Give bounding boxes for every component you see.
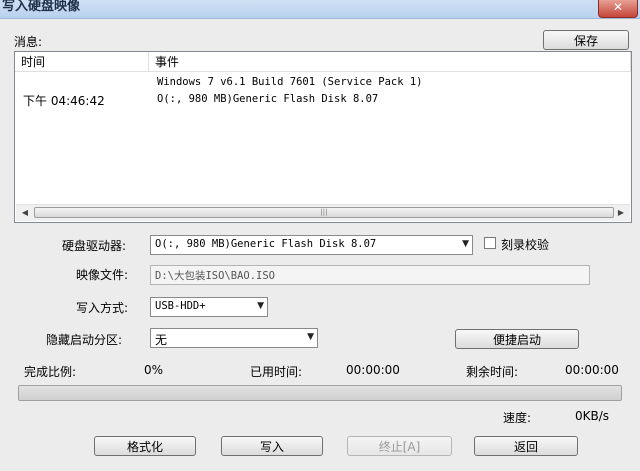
hidden-partition-select[interactable]: 无 ▼ [150, 328, 318, 348]
arrow-left-icon[interactable]: ◀ [18, 206, 32, 220]
close-icon: ✕ [612, 0, 624, 14]
horizontal-scrollbar[interactable]: ◀ ||| ▶ [16, 204, 630, 221]
column-header-time[interactable]: 时间 [15, 52, 149, 72]
scroll-thumb[interactable]: ||| [34, 207, 614, 218]
window-title: 写入硬盘映像 [2, 0, 81, 14]
speed-value: 0KB/s [575, 409, 610, 423]
arrow-right-icon[interactable]: ▶ [614, 206, 628, 220]
messages-label: 消息: [14, 35, 43, 49]
hidden-partition-label: 隐藏启动分区: [46, 333, 123, 347]
drive-label: 硬盘驱动器: [62, 239, 127, 253]
remaining-value: 00:00:00 [565, 363, 619, 377]
format-button[interactable]: 格式化 [94, 436, 196, 456]
elapsed-value: 00:00:00 [346, 363, 400, 377]
remaining-label: 剩余时间: [466, 365, 519, 379]
write-mode-label: 写入方式: [76, 301, 129, 315]
write-button[interactable]: 写入 [221, 436, 323, 456]
speed-label: 速度: [503, 411, 532, 425]
drive-value: O(:, 980 MB)Generic Flash Disk 8.07 [155, 238, 377, 250]
verify-checkbox[interactable] [484, 237, 496, 249]
message-log[interactable]: 时间 事件 Windows 7 v6.1 Build 7601 (Service… [14, 51, 632, 223]
complete-value: 0% [144, 363, 164, 377]
progress-bar [18, 385, 622, 401]
verify-label[interactable]: 刻录校验 [501, 236, 549, 253]
title-bar: 写入硬盘映像 ✕ [0, 0, 640, 19]
complete-label: 完成比例: [24, 365, 77, 379]
chevron-down-icon: ▼ [257, 301, 264, 311]
chevron-down-icon: ▼ [307, 332, 314, 342]
elapsed-label: 已用时间: [250, 365, 303, 379]
image-file-field[interactable]: D:\大包装ISO\BAO.ISO [150, 265, 590, 285]
save-button[interactable]: 保存 [543, 30, 629, 50]
drive-select[interactable]: O(:, 980 MB)Generic Flash Disk 8.07 ▼ [150, 235, 473, 255]
write-mode-value: USB-HDD+ [155, 300, 206, 312]
image-file-label: 映像文件: [76, 268, 129, 282]
chevron-down-icon: ▼ [462, 239, 469, 249]
column-header-event[interactable]: 事件 [149, 52, 631, 72]
quick-boot-button[interactable]: 便捷启动 [455, 329, 579, 349]
hidden-partition-value: 无 [155, 333, 168, 347]
row-event: O(:, 980 MB)Generic Flash Disk 8.07 [157, 93, 379, 105]
stop-button: 终止[A] [347, 436, 452, 456]
row-event: Windows 7 v6.1 Build 7601 (Service Pack … [157, 76, 423, 88]
row-time: 下午 04:46:42 [23, 94, 105, 108]
close-button[interactable]: ✕ [598, 0, 638, 18]
image-file-value: D:\大包装ISO\BAO.ISO [155, 270, 276, 282]
write-mode-select[interactable]: USB-HDD+ ▼ [150, 297, 268, 317]
back-button[interactable]: 返回 [474, 436, 578, 456]
write-disk-image-dialog: 写入硬盘映像 ✕ 消息: 保存 时间 事件 Windows 7 v6.1 Bui… [0, 0, 640, 471]
